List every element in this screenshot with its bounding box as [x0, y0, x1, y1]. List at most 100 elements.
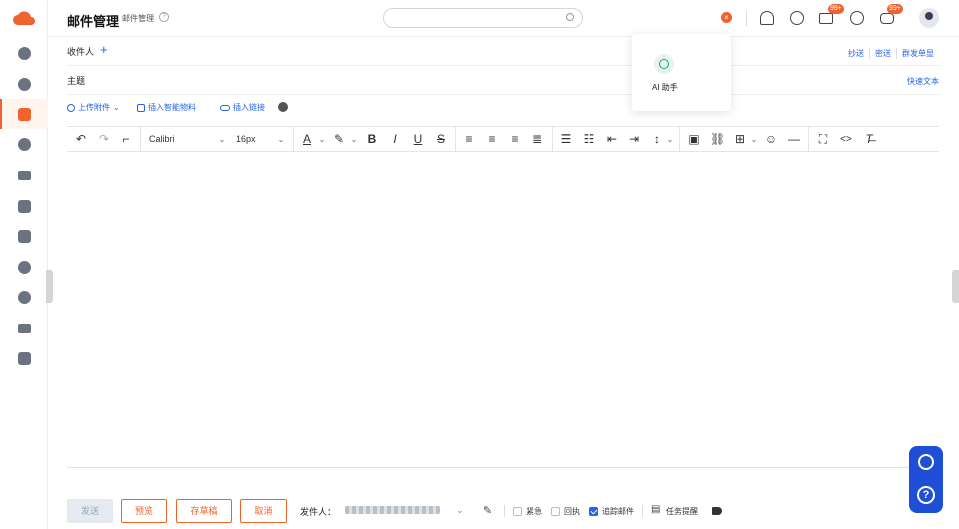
ai-close-icon[interactable]: × [721, 12, 732, 23]
search-icon[interactable] [566, 13, 574, 21]
chevron-down-icon[interactable]: ⌄ [349, 131, 359, 148]
apps-icon[interactable] [880, 13, 894, 24]
strikethrough-icon[interactable]: S [434, 131, 448, 148]
bold-icon[interactable]: B [365, 131, 379, 148]
align-center-icon[interactable]: ≡ [485, 131, 499, 148]
fullscreen-icon[interactable]: ⛶ [816, 131, 830, 148]
line-height-icon[interactable]: ↕ [650, 131, 664, 148]
font-family-select[interactable]: Calibri [149, 131, 175, 148]
receipt-checkbox[interactable] [551, 507, 560, 516]
ai-assistant-label[interactable]: AI 助手 [652, 82, 678, 93]
sidebar-item-list[interactable] [0, 221, 48, 251]
email-body-editor[interactable] [67, 152, 939, 468]
chevron-down-icon[interactable]: ⌄ [456, 505, 464, 516]
cancel-button[interactable]: 取消 [240, 499, 287, 523]
sidebar-item-chart[interactable] [0, 69, 48, 99]
highlight-icon[interactable]: ✎ [332, 131, 346, 148]
image-icon[interactable]: ▣ [687, 131, 701, 148]
mail-icon[interactable] [819, 13, 833, 24]
track-email-label: 追踪邮件 [602, 507, 634, 516]
avatar[interactable] [919, 8, 939, 28]
quick-text-link[interactable]: 快速文本 [907, 76, 939, 87]
inbox-icon [17, 351, 31, 365]
format-painter-icon[interactable]: ⌐ [119, 131, 133, 148]
help-icon[interactable]: ? [159, 12, 169, 22]
google-icon [17, 290, 31, 304]
clear-format-icon[interactable]: T̶ [862, 131, 876, 148]
sidebar-collapse-handle[interactable] [46, 270, 53, 303]
sender-select[interactable] [345, 506, 440, 514]
chevron-down-icon[interactable]: ⌄ [749, 131, 759, 148]
preview-button[interactable]: 预览 [121, 499, 167, 523]
pie-chart-icon [17, 77, 31, 91]
indent-icon[interactable]: ⇥ [627, 131, 641, 148]
sidebar-item-facebook[interactable] [0, 252, 48, 282]
cc-link[interactable]: 抄送 [843, 48, 869, 59]
toolbar-divider [679, 127, 680, 151]
numbered-list-icon[interactable]: ☷ [582, 131, 596, 148]
font-color-icon[interactable]: A [300, 131, 314, 148]
redo-icon[interactable]: ↷ [97, 131, 111, 148]
editor-toolbar: ↶ ↷ ⌐ Calibri ⌄ 16px ⌄ A ⌄ ✎ ⌄ B I U S ≡… [67, 126, 939, 152]
bcc-link[interactable]: 密送 [869, 48, 896, 59]
chevron-down-icon[interactable]: ⌄ [317, 131, 327, 148]
upload-attachment-button[interactable]: 上传附件 ⌄ [67, 102, 120, 113]
sidebar-item-mail[interactable] [0, 99, 48, 129]
chevron-down-icon[interactable]: ⌄ [217, 131, 227, 148]
table-icon[interactable]: ⊞ [733, 131, 747, 148]
facebook-icon[interactable] [790, 11, 804, 25]
mail-badge: 99+ [828, 4, 844, 14]
calendar-icon[interactable]: ▤ [651, 504, 660, 515]
dashboard-icon [17, 46, 31, 60]
outdent-icon[interactable]: ⇤ [605, 131, 619, 148]
source-code-icon[interactable]: <> [839, 131, 853, 148]
signature-icon[interactable]: ✎ [483, 504, 492, 517]
ai-assistant-popup[interactable]: AI 助手 [632, 34, 731, 111]
whatsapp-icon[interactable] [850, 11, 864, 25]
right-panel-handle[interactable] [952, 270, 959, 303]
toolbar-divider [455, 127, 456, 151]
chevron-down-icon[interactable]: ⌄ [276, 131, 286, 148]
chevron-down-icon[interactable]: ⌄ [665, 131, 675, 148]
italic-icon[interactable]: I [388, 131, 402, 148]
underline-icon[interactable]: U [411, 131, 425, 148]
help-question-icon[interactable]: ? [917, 486, 935, 504]
insert-link-button[interactable]: 插入链接 [220, 102, 265, 113]
save-draft-button[interactable]: 存草稿 [176, 499, 232, 523]
align-justify-icon[interactable]: ≣ [530, 131, 544, 148]
ai-tool-button[interactable] [278, 102, 288, 112]
sidebar-item-phone[interactable] [0, 129, 48, 159]
track-email-checkbox[interactable] [589, 507, 598, 516]
urgent-checkbox[interactable] [513, 507, 522, 516]
font-size-select[interactable]: 16px [236, 131, 256, 148]
emoji-icon[interactable]: ☺ [764, 131, 778, 148]
sidebar-item-document[interactable] [0, 191, 48, 221]
align-left-icon[interactable]: ≡ [462, 131, 476, 148]
mail-icon [17, 107, 31, 121]
sidebar-item-inbox[interactable] [0, 343, 48, 373]
sidebar-item-dashboard[interactable] [0, 38, 48, 68]
facebook-icon [17, 260, 31, 274]
sidebar-item-google[interactable] [0, 282, 48, 312]
customer-service-icon[interactable] [918, 454, 934, 470]
align-right-icon[interactable]: ≡ [508, 131, 522, 148]
horizontal-rule-icon[interactable]: — [787, 131, 801, 148]
add-recipient-button[interactable]: + [100, 42, 108, 57]
group-send-link[interactable]: 群发单显 [896, 48, 939, 59]
task-reminder-label[interactable]: 任务提醒 [666, 506, 698, 517]
link-icon[interactable]: ⛓ [710, 131, 725, 148]
subject-row[interactable]: 主题 快速文本 [67, 66, 939, 95]
tag-icon[interactable] [712, 507, 722, 515]
sidebar-item-edm[interactable] [0, 160, 48, 190]
insert-material-button[interactable]: 插入智能物料 [137, 102, 196, 113]
bullet-list-icon[interactable]: ☰ [559, 131, 573, 148]
headset-icon[interactable] [760, 11, 774, 25]
send-button[interactable]: 发送 [67, 499, 113, 523]
recipient-row[interactable]: 收件人 + 抄送 密送 群发单显 [67, 37, 939, 66]
app-logo[interactable] [12, 8, 36, 28]
undo-icon[interactable]: ↶ [74, 131, 88, 148]
search-input[interactable] [383, 8, 583, 28]
seo-icon [17, 323, 31, 333]
page-title: 邮件管理 [67, 14, 120, 29]
sidebar-item-seo[interactable] [0, 313, 48, 343]
